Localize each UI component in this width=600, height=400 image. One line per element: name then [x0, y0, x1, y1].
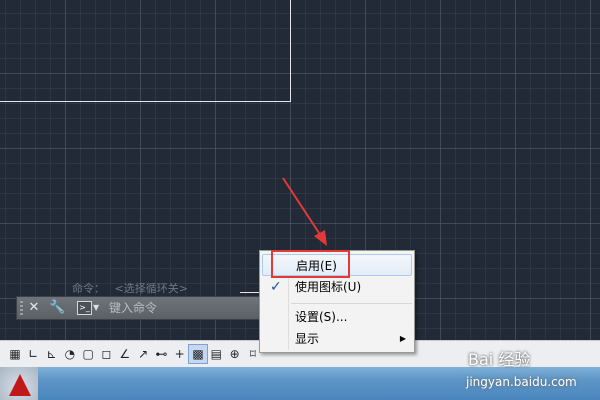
autocad-app-button[interactable]: [0, 367, 38, 400]
menu-item-use-icons[interactable]: ✓ 使用图标(U): [262, 276, 412, 298]
command-line-bar: ✕ 🔧 >_ ▼: [16, 296, 288, 320]
otrack-icon[interactable]: ∠: [115, 344, 135, 364]
command-input[interactable]: [109, 300, 279, 316]
menu-item-label: 显示: [295, 332, 320, 346]
menu-item-settings[interactable]: 设置(S)...: [262, 306, 412, 328]
osnap-icon[interactable]: ▢: [78, 344, 98, 364]
sc-icon[interactable]: ⊕: [225, 344, 245, 364]
command-history-value: <选择循环关>: [114, 282, 188, 295]
transparency-icon[interactable]: ▩: [188, 344, 208, 364]
polar-icon[interactable]: ◔: [60, 344, 80, 364]
grid-icon[interactable]: ▦: [5, 344, 25, 364]
qp-icon[interactable]: ▤: [206, 344, 226, 364]
3dosnap-icon[interactable]: ◻: [97, 344, 117, 364]
prompt-icon: >_: [77, 301, 92, 315]
watermark-url: jingyan.baidu.com: [466, 375, 577, 389]
menu-separator: [291, 303, 412, 304]
ortho-icon[interactable]: ⊾: [42, 344, 62, 364]
ducs-icon[interactable]: ↗: [133, 344, 153, 364]
autocad-logo-icon: [9, 374, 31, 396]
checkmark-icon: ✓: [270, 279, 282, 295]
lwt-icon[interactable]: +: [170, 344, 190, 364]
menu-item-label: 使用图标(U): [295, 280, 362, 294]
drawing-rectangle: [0, 0, 291, 102]
annotation-highlight-box: [271, 250, 350, 278]
watermark-logo: Bai 经验: [468, 350, 531, 369]
wrench-icon[interactable]: 🔧: [49, 300, 65, 316]
submenu-arrow-icon: ▶: [399, 334, 406, 343]
snap-icon[interactable]: ∟: [23, 344, 43, 364]
chevron-down-icon: ▼: [93, 303, 100, 312]
command-history: 命令： <选择循环关>: [72, 280, 194, 296]
dyn-icon[interactable]: ⊷: [151, 344, 171, 364]
command-history-label: 命令：: [72, 282, 105, 295]
close-icon[interactable]: ✕: [26, 300, 42, 316]
menu-item-display[interactable]: 显示 ▶: [262, 328, 412, 350]
menu-item-label: 设置(S)...: [295, 310, 348, 324]
command-prompt-button[interactable]: >_ ▼: [77, 300, 99, 316]
drag-grip-icon[interactable]: [20, 301, 23, 316]
